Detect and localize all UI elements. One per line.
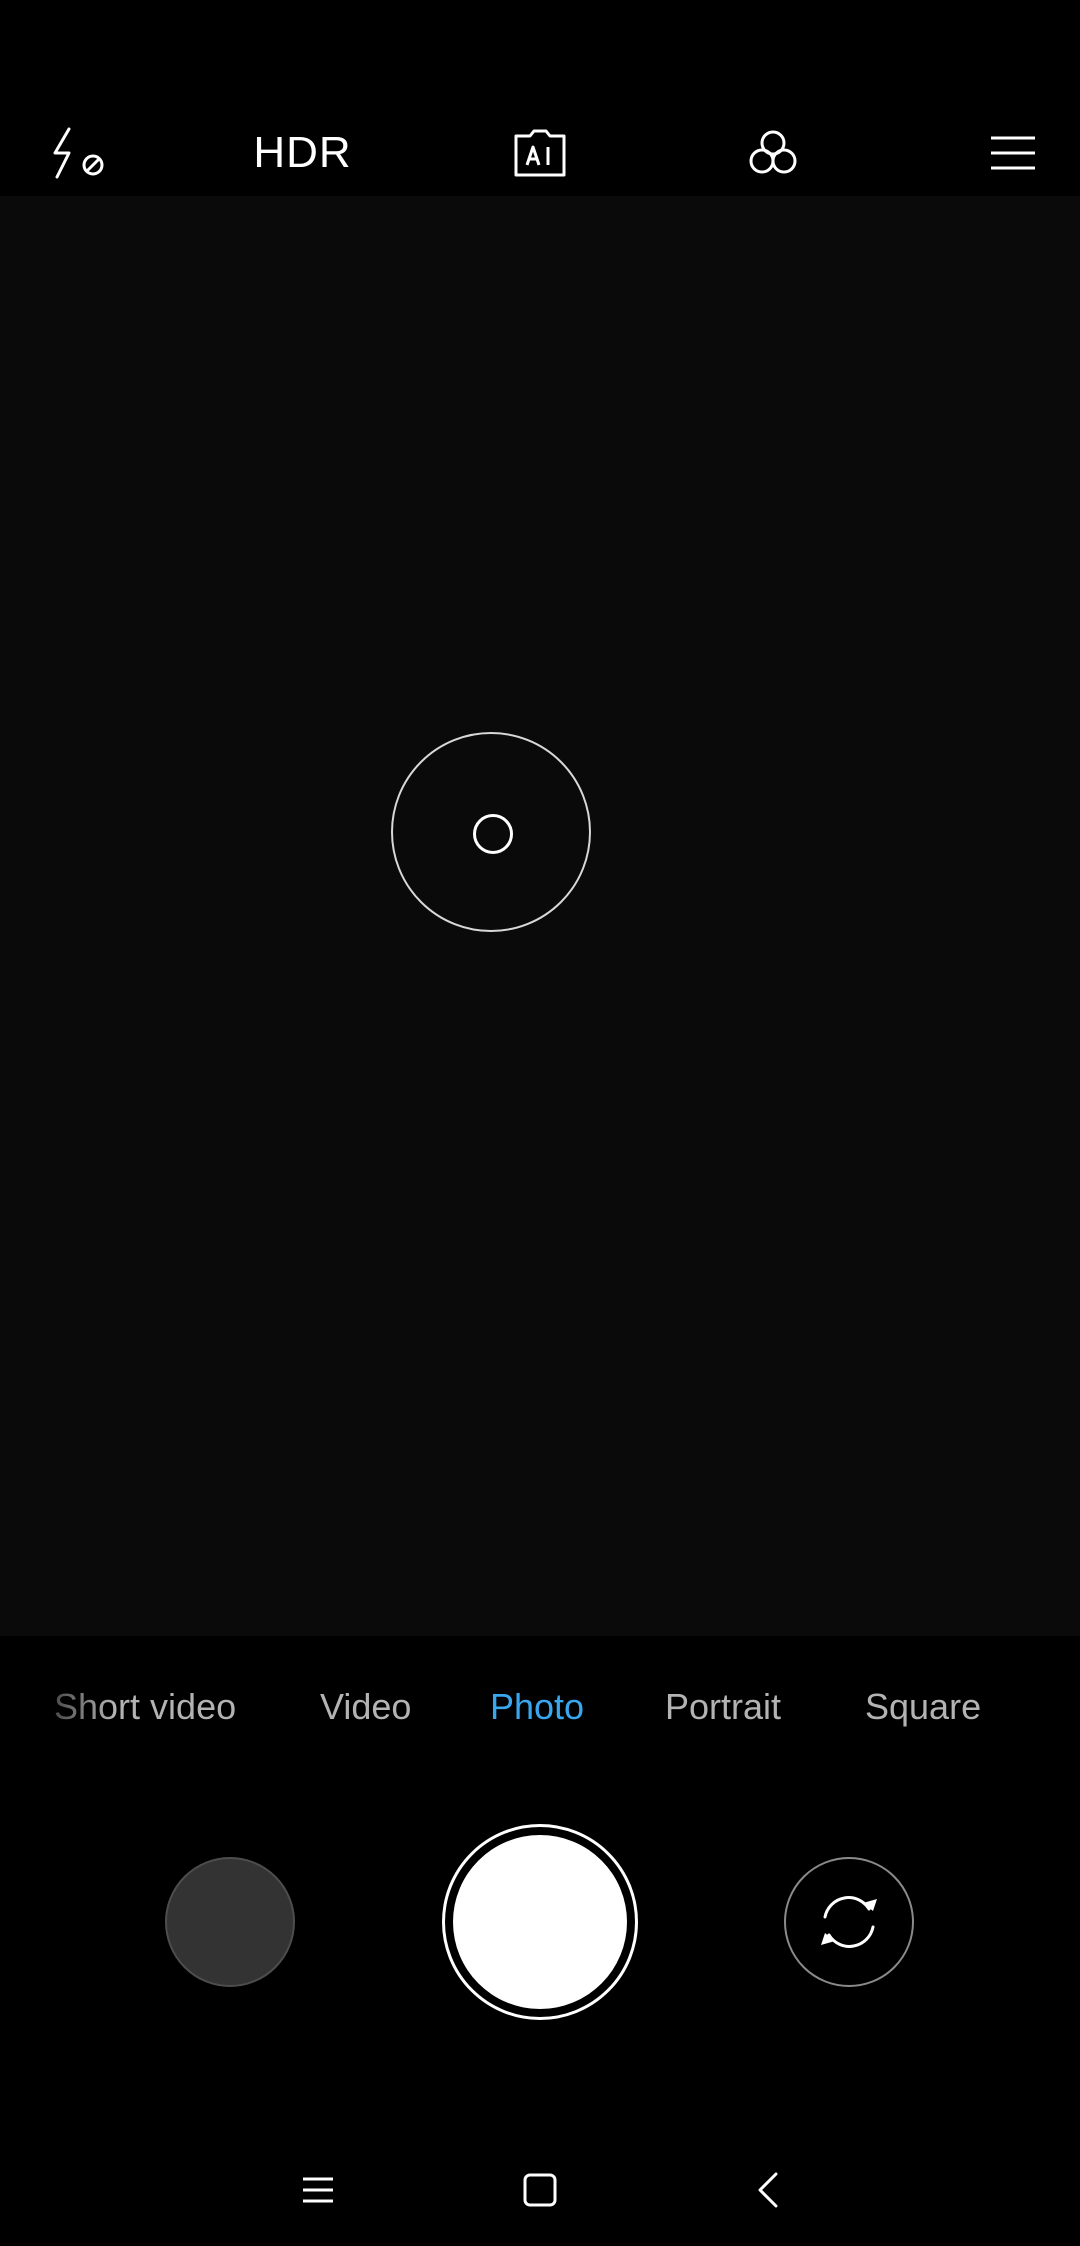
- nav-back-button[interactable]: [728, 2150, 808, 2230]
- mode-photo[interactable]: Photo: [490, 1670, 584, 1744]
- nav-home-button[interactable]: [500, 2150, 580, 2230]
- camera-top-bar: HDR: [0, 110, 1080, 196]
- hdr-button[interactable]: HDR: [240, 110, 365, 196]
- status-bar: [0, 0, 1080, 110]
- filters-button[interactable]: [723, 110, 823, 196]
- flash-off-icon: [53, 127, 104, 179]
- shutter-button[interactable]: [442, 1824, 638, 2020]
- filters-icon: [749, 130, 797, 174]
- nav-recents-button[interactable]: [278, 2150, 358, 2230]
- settings-menu-button[interactable]: [963, 110, 1063, 196]
- back-icon: [758, 2172, 778, 2208]
- mode-short-video[interactable]: Short video: [54, 1670, 236, 1744]
- mode-square[interactable]: Square: [865, 1670, 981, 1744]
- mode-selector: Short video Video Photo Portrait Square: [0, 1670, 1080, 1744]
- home-icon: [523, 2173, 557, 2207]
- menu-icon: [991, 136, 1035, 170]
- switch-camera-button[interactable]: [784, 1857, 914, 1987]
- shutter-button-inner: [453, 1835, 627, 2009]
- recents-icon: [303, 2177, 333, 2203]
- hdr-label: HDR: [253, 128, 352, 177]
- gallery-thumbnail[interactable]: [165, 1857, 295, 1987]
- switch-camera-icon: [821, 1896, 877, 1948]
- mode-video[interactable]: Video: [320, 1670, 411, 1744]
- mode-portrait[interactable]: Portrait: [665, 1670, 781, 1744]
- focus-center-dot: [473, 814, 513, 854]
- ai-camera-icon: [514, 129, 566, 177]
- focus-indicator: [391, 732, 591, 932]
- flash-off-button[interactable]: [30, 110, 130, 196]
- ai-camera-button[interactable]: [490, 110, 590, 196]
